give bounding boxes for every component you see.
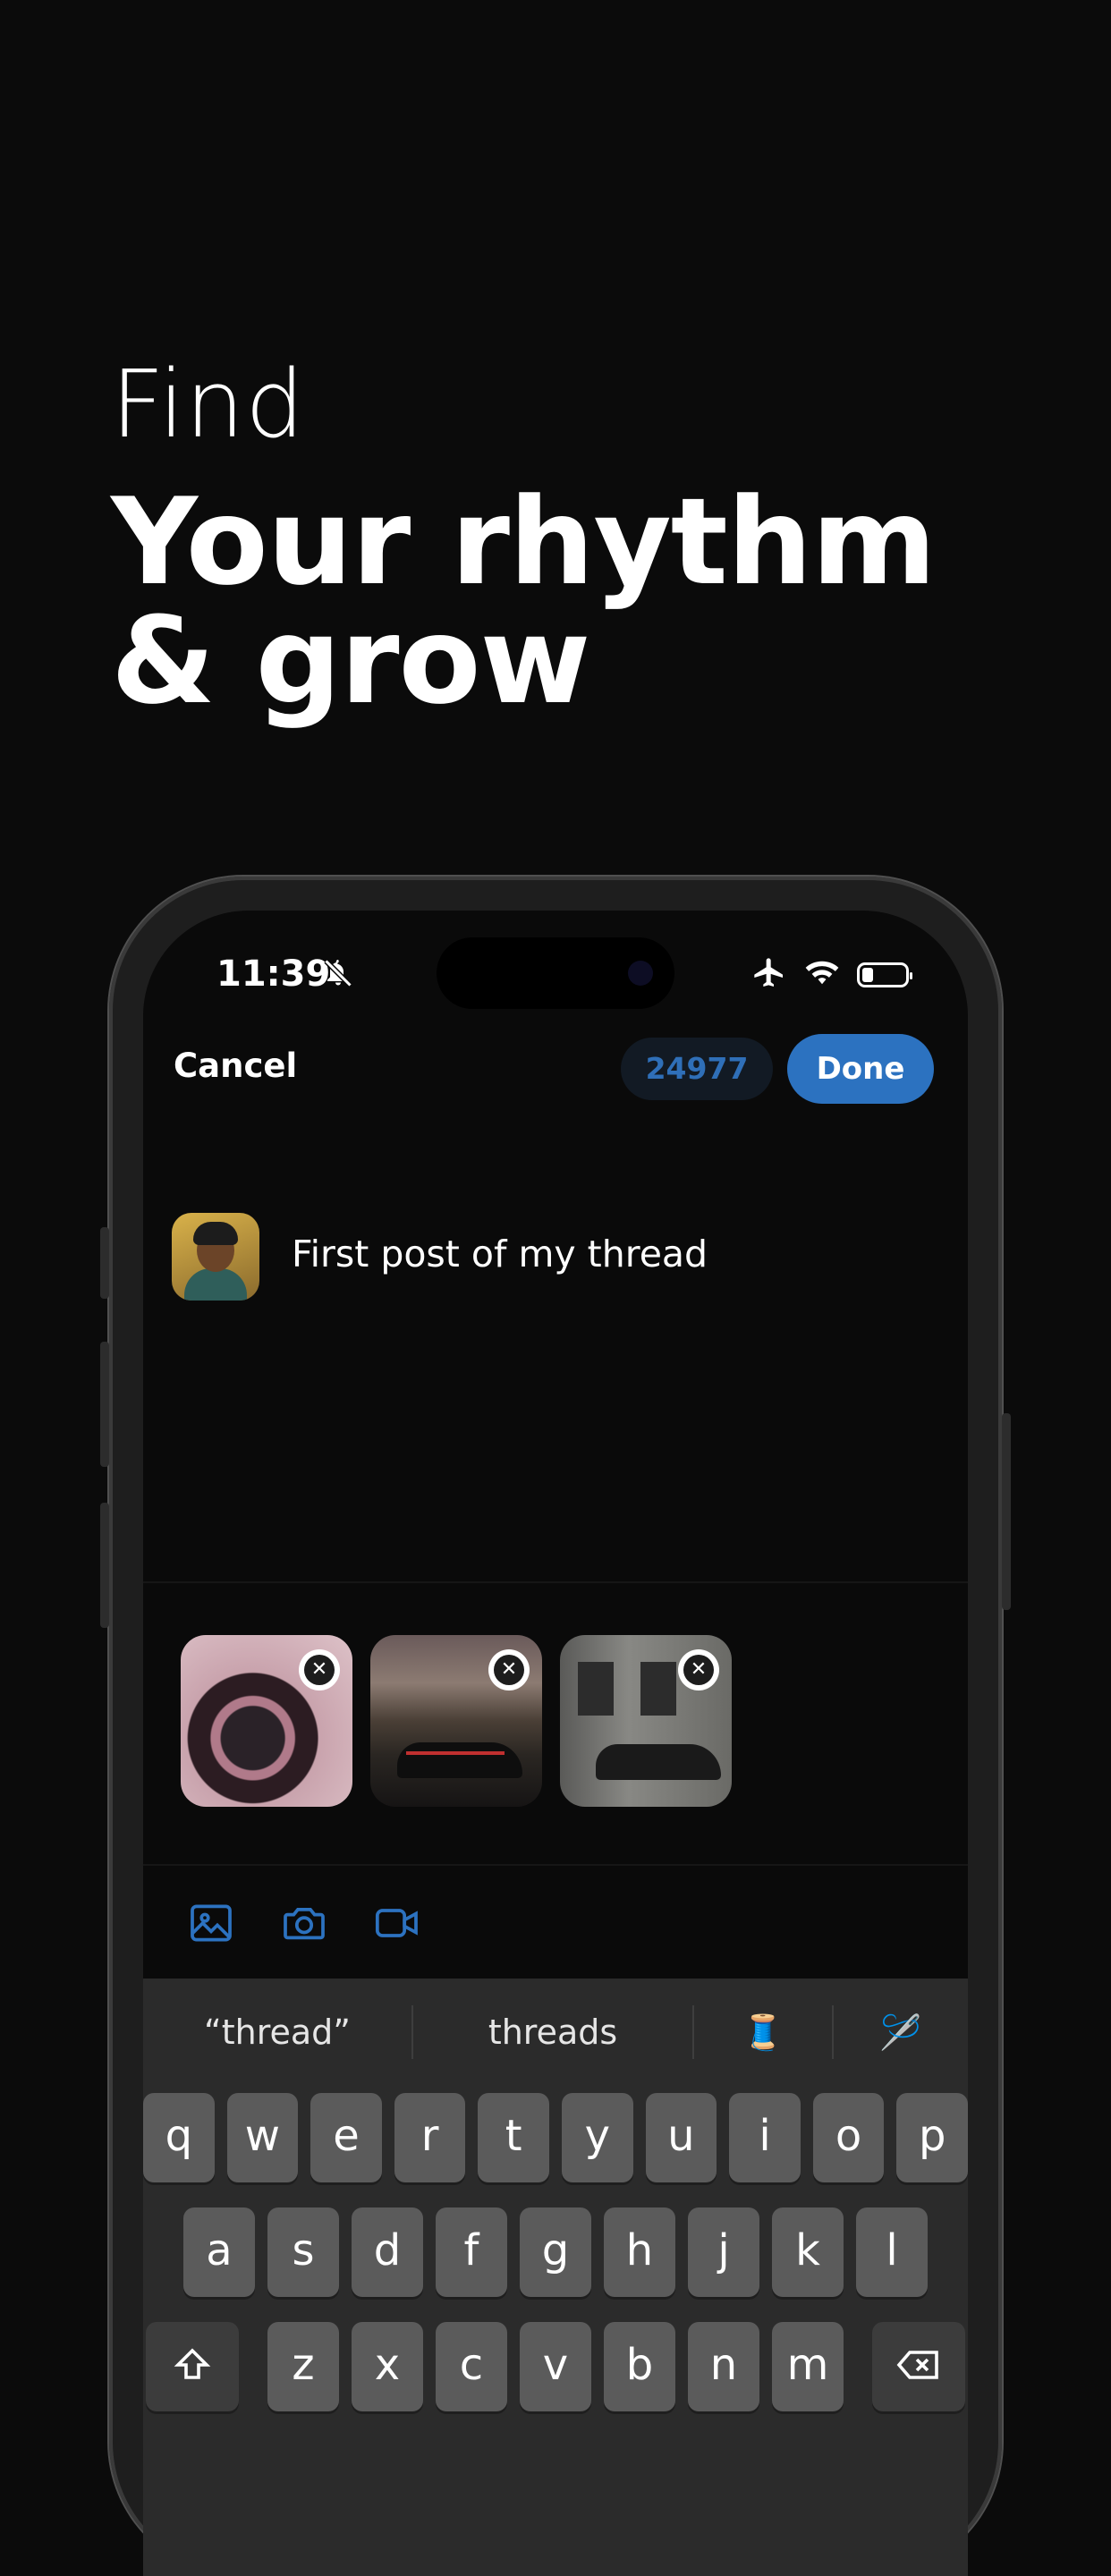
attachment-thumbnail[interactable]: ✕ <box>370 1635 542 1807</box>
post-text-input[interactable]: First post of my thread <box>292 1233 708 1275</box>
key[interactable]: h <box>604 2207 675 2297</box>
key[interactable]: k <box>772 2207 844 2297</box>
key[interactable]: n <box>688 2322 759 2411</box>
media-toolbar <box>186 1898 422 1948</box>
media-attachments: ✕ ✕ ✕ <box>181 1635 732 1807</box>
battery-icon <box>857 962 912 987</box>
video-icon[interactable] <box>372 1898 422 1948</box>
wifi-icon <box>803 957 841 993</box>
key[interactable]: s <box>267 2207 339 2297</box>
headline-grow: & grow <box>111 590 590 731</box>
remove-attachment-button[interactable]: ✕ <box>299 1649 340 1690</box>
key[interactable]: x <box>352 2322 423 2411</box>
key[interactable]: i <box>729 2093 801 2182</box>
key[interactable]: j <box>688 2207 759 2297</box>
status-time: 11:39 <box>216 953 331 995</box>
airplane-icon <box>751 955 787 995</box>
camera-icon[interactable] <box>279 1898 329 1948</box>
key[interactable]: e <box>310 2093 382 2182</box>
status-icons <box>751 955 912 995</box>
headline: Find Your rhythm & grow <box>111 350 937 731</box>
key[interactable]: u <box>645 2093 717 2182</box>
key[interactable]: w <box>226 2093 299 2182</box>
key[interactable]: q <box>143 2093 215 2182</box>
side-button <box>1002 1413 1011 1610</box>
remove-attachment-button[interactable]: ✕ <box>678 1649 719 1690</box>
suggestion-bar: “thread” threads 🧵 🪡 <box>143 1979 968 2086</box>
image-icon[interactable] <box>186 1898 236 1948</box>
character-counter: 24977 <box>621 1038 773 1100</box>
backspace-key[interactable] <box>872 2322 965 2411</box>
side-button <box>100 1342 109 1467</box>
status-bar: 11:39 <box>143 937 968 1009</box>
headline-find: Find <box>111 350 306 459</box>
key[interactable]: f <box>436 2207 507 2297</box>
phone-screen: 11:39 Cancel 24977 Done First post of my… <box>143 911 968 2576</box>
avatar <box>172 1213 259 1301</box>
close-icon: ✕ <box>683 1655 714 1685</box>
key[interactable]: o <box>812 2093 885 2182</box>
composer-topbar: Cancel 24977 Done <box>143 1027 968 1104</box>
key[interactable]: r <box>394 2093 466 2182</box>
divider <box>143 1581 968 1583</box>
cancel-button[interactable]: Cancel <box>174 1046 297 1085</box>
post-entry[interactable]: First post of my thread <box>172 1213 968 1302</box>
close-icon: ✕ <box>304 1655 335 1685</box>
keyboard-row: a s d f g h j k l <box>143 2207 968 2297</box>
side-button <box>100 1227 109 1299</box>
suggestion-item[interactable]: threads <box>413 2012 692 2052</box>
key[interactable]: p <box>896 2093 968 2182</box>
key[interactable]: d <box>352 2207 423 2297</box>
key[interactable]: y <box>562 2093 633 2182</box>
key[interactable]: l <box>856 2207 928 2297</box>
key[interactable]: v <box>520 2322 591 2411</box>
side-button <box>100 1503 109 1628</box>
attachment-thumbnail[interactable]: ✕ <box>181 1635 352 1807</box>
bell-slash-icon <box>322 957 354 993</box>
suggestion-item[interactable]: “thread” <box>143 2012 411 2052</box>
done-button[interactable]: Done <box>787 1034 934 1104</box>
shift-key[interactable] <box>146 2322 239 2411</box>
key[interactable]: m <box>772 2322 844 2411</box>
suggestion-item[interactable]: 🧵 <box>694 2012 832 2053</box>
keyboard-row: q w e r t y u i o p <box>143 2093 968 2182</box>
key[interactable]: g <box>520 2207 591 2297</box>
divider <box>143 1864 968 1866</box>
attachment-thumbnail[interactable]: ✕ <box>560 1635 732 1807</box>
key[interactable]: z <box>267 2322 339 2411</box>
close-icon: ✕ <box>494 1655 524 1685</box>
keyboard: “thread” threads 🧵 🪡 q w e r t y u i o p <box>143 1979 968 2576</box>
headline-rhythm: Your rhythm <box>111 472 937 612</box>
keyboard-row: z x c v b n m <box>143 2322 968 2411</box>
suggestion-item[interactable]: 🪡 <box>834 2012 968 2053</box>
key[interactable]: b <box>604 2322 675 2411</box>
key[interactable]: t <box>478 2093 549 2182</box>
phone-frame: 11:39 Cancel 24977 Done First post of my… <box>100 877 1011 2576</box>
key[interactable]: a <box>183 2207 255 2297</box>
key[interactable]: c <box>436 2322 507 2411</box>
remove-attachment-button[interactable]: ✕ <box>488 1649 530 1690</box>
